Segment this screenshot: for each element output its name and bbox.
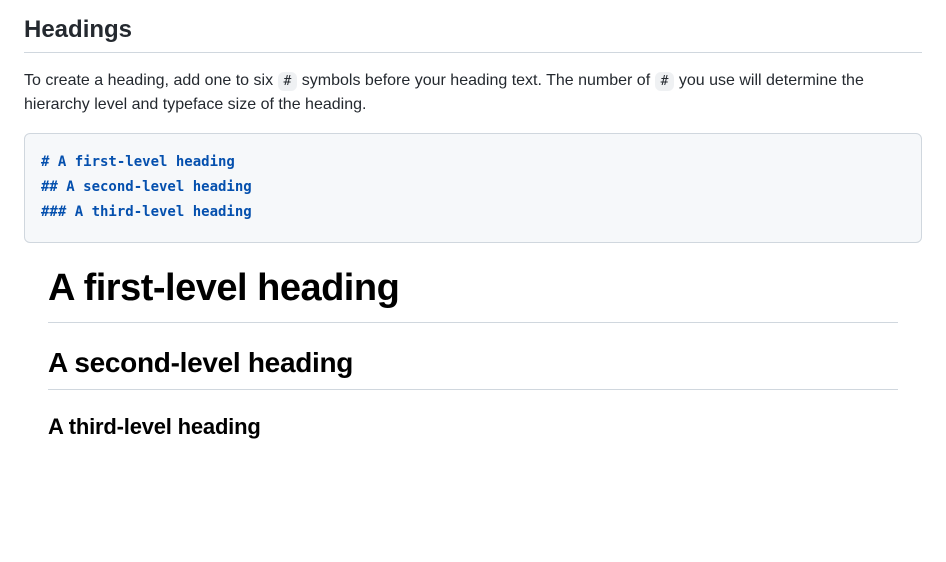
code-block: # A first-level heading ## A second-leve…: [24, 133, 922, 243]
code-line-1: # A first-level heading: [41, 150, 905, 175]
inline-code-hash-1: #: [278, 72, 298, 91]
rendered-heading-1: A first-level heading: [48, 267, 898, 323]
code-line-2: ## A second-level heading: [41, 175, 905, 200]
section-title: Headings: [24, 16, 922, 53]
rendered-output: A first-level heading A second-level hea…: [24, 267, 922, 440]
rendered-heading-3: A third-level heading: [48, 414, 898, 440]
inline-code-hash-2: #: [655, 72, 675, 91]
description-paragraph: To create a heading, add one to six # sy…: [24, 69, 922, 117]
description-text-2: symbols before your heading text. The nu…: [297, 72, 654, 89]
description-text-1: To create a heading, add one to six: [24, 72, 278, 89]
rendered-heading-2: A second-level heading: [48, 347, 898, 390]
code-line-3: ### A third-level heading: [41, 200, 905, 225]
